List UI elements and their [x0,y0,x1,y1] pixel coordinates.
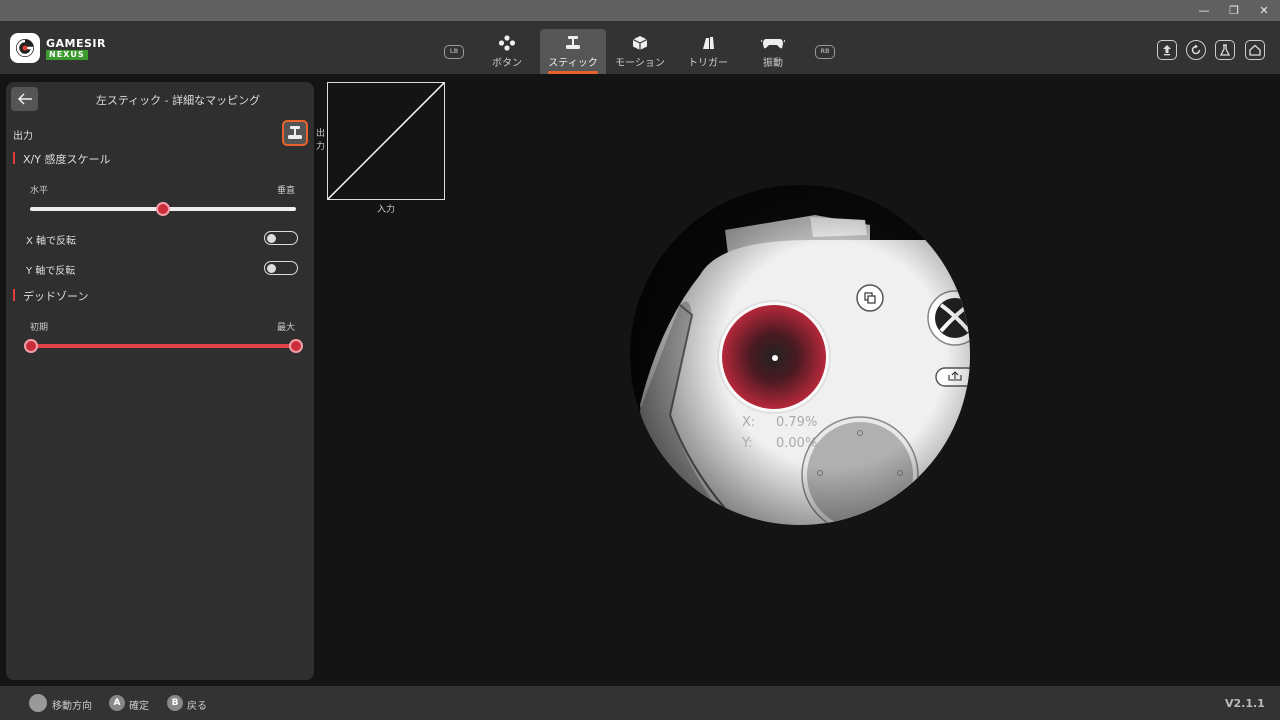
back-hint-label: 戻る [187,701,207,712]
section-deadzone: デッドゾーン [13,288,88,304]
graph-x-axis-label: 入力 [376,205,395,215]
invert-y-toggle[interactable] [264,261,298,275]
upload-button[interactable] [1157,40,1177,60]
tab-stick[interactable]: スティック [540,29,606,74]
y-readout-value: 0.00% [776,436,818,451]
slider-left-label: 水平 [30,186,49,196]
deadzone-min-thumb[interactable] [24,339,38,353]
back-button[interactable] [11,87,38,111]
refresh-icon [1191,44,1201,55]
brand-name: GAMESIR [46,37,106,50]
minimize-button[interactable]: — [1189,0,1219,21]
buttons-icon [498,34,516,52]
window-title-bar: — ❐ ✕ [0,0,1280,21]
home-icon [1249,44,1261,56]
close-button[interactable]: ✕ [1249,0,1279,21]
deadzone-right-label: 最大 [277,323,296,333]
slider-right-label: 垂直 [277,186,296,196]
invert-x-label: X 軸で反転 [26,236,77,247]
tab-trigger-label: トリガー [688,58,728,69]
version-label: V2.1.1 [1225,697,1265,710]
b-button-icon: B [167,695,183,711]
footer-bar: 移動方向 A 確定 B 戻る V2.1.1 [0,686,1280,720]
deadzone-max-thumb[interactable] [289,339,303,353]
rb-icon: RB [815,44,835,59]
graph-y-axis-label: 出力 [316,129,326,152]
app-header: GAMESIR NEXUS LB ボタン スティック モーション トリガー 振動 [0,21,1280,74]
tab-vibration-label: 振動 [763,58,783,69]
vibration-icon [761,34,785,52]
restore-button[interactable]: ❐ [1219,0,1249,21]
arrow-left-icon [17,93,32,105]
lb-bumper-button[interactable]: LB [443,29,465,74]
response-curve-graph [327,82,445,200]
sensitivity-slider-thumb[interactable] [156,202,170,216]
upload-icon [1163,45,1171,56]
flask-icon [1219,44,1231,56]
rb-bumper-button[interactable]: RB [814,29,836,74]
lb-icon: LB [444,44,464,59]
motion-icon [632,34,648,52]
test-button[interactable] [1215,40,1235,60]
tab-buttons[interactable]: ボタン [479,29,535,74]
deadzone-slider-track[interactable] [30,344,296,348]
tab-vibration[interactable]: 振動 [748,29,798,74]
deadzone-left-label: 初期 [30,323,49,333]
a-button-icon: A [109,695,125,711]
x-readout-label: X: [742,415,756,430]
trigger-icon [701,34,715,52]
stick-icon [565,34,581,52]
confirm-hint-label: 確定 [129,701,149,712]
invert-x-toggle[interactable] [264,231,298,245]
gamesir-logo-icon [10,33,40,63]
output-mode-button[interactable] [282,120,308,146]
panel-title: 左スティック - 詳細なマッピング [95,94,261,107]
controller-image [630,185,970,525]
brand-sub: NEXUS [46,50,88,60]
tab-stick-label: スティック [548,58,598,69]
detailed-mapping-panel: 左スティック - 詳細なマッピング 出力 X/Y 感度スケール 水平 垂直 X … [6,82,314,680]
tab-motion-label: モーション [615,58,665,69]
output-label: 出力 [13,131,33,142]
y-readout-label: Y: [742,436,753,451]
tab-motion[interactable]: モーション [612,29,668,74]
tab-buttons-label: ボタン [492,58,522,69]
left-stick-hint-icon [29,694,47,712]
invert-y-label: Y 軸で反転 [26,266,76,277]
controller-stick-view: X: 0.79% Y: 0.00% [630,185,970,525]
section-xy-scale: X/Y 感度スケール [13,151,110,167]
response-curve-line [327,82,445,200]
x-readout-value: 0.79% [776,415,818,430]
home-button[interactable] [1245,40,1265,60]
tab-trigger[interactable]: トリガー [680,29,736,74]
move-hint-label: 移動方向 [52,701,92,712]
stick-icon [288,126,302,139]
reset-button[interactable] [1186,40,1206,60]
